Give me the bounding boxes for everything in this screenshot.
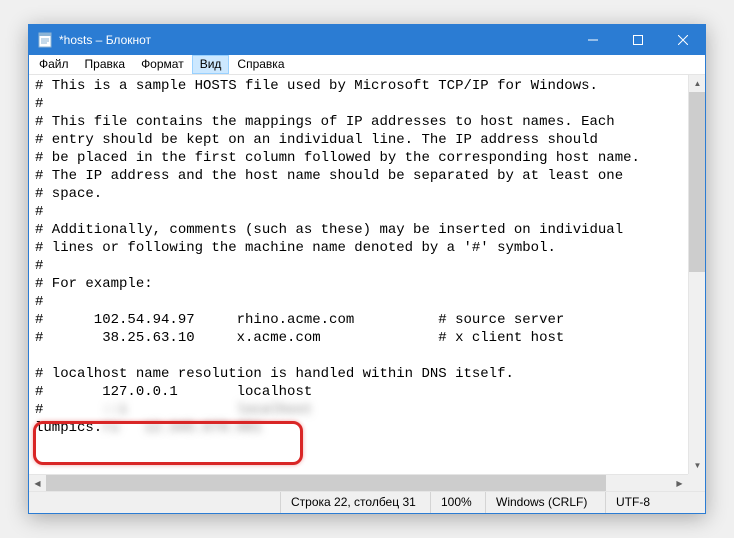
maximize-button[interactable] [615, 25, 660, 55]
window-title: *hosts – Блокнот [59, 33, 570, 47]
editor-content: # This is a sample HOSTS file used by Mi… [29, 75, 705, 491]
status-spacer [29, 492, 280, 513]
menu-format[interactable]: Формат [133, 55, 192, 74]
scroll-right-icon[interactable]: ▶ [671, 475, 688, 491]
scroll-down-icon[interactable]: ▼ [689, 457, 705, 474]
scroll-thumb-h[interactable] [46, 475, 606, 491]
status-zoom: 100% [430, 492, 485, 513]
statusbar: Строка 22, столбец 31 100% Windows (CRLF… [29, 491, 705, 513]
status-line-ending: Windows (CRLF) [485, 492, 605, 513]
menu-view[interactable]: Вид [192, 55, 230, 74]
scroll-corner [688, 474, 705, 491]
notepad-icon [37, 32, 53, 48]
vertical-scrollbar[interactable]: ▲ ▼ [688, 75, 705, 474]
close-button[interactable] [660, 25, 705, 55]
menu-edit[interactable]: Правка [77, 55, 134, 74]
menu-help[interactable]: Справка [229, 55, 292, 74]
horizontal-scrollbar[interactable]: ◀ ▶ [29, 474, 688, 491]
status-position: Строка 22, столбец 31 [280, 492, 430, 513]
scroll-thumb-v[interactable] [689, 92, 705, 272]
text-editor[interactable]: # This is a sample HOSTS file used by Mi… [29, 75, 705, 491]
minimize-button[interactable] [570, 25, 615, 55]
scroll-up-icon[interactable]: ▲ [689, 75, 705, 92]
notepad-window: *hosts – Блокнот Файл Правка Формат Вид … [28, 24, 706, 514]
scroll-left-icon[interactable]: ◀ [29, 475, 46, 491]
menubar: Файл Правка Формат Вид Справка [29, 55, 705, 75]
titlebar[interactable]: *hosts – Блокнот [29, 25, 705, 55]
menu-file[interactable]: Файл [31, 55, 77, 74]
status-encoding: UTF-8 [605, 492, 705, 513]
